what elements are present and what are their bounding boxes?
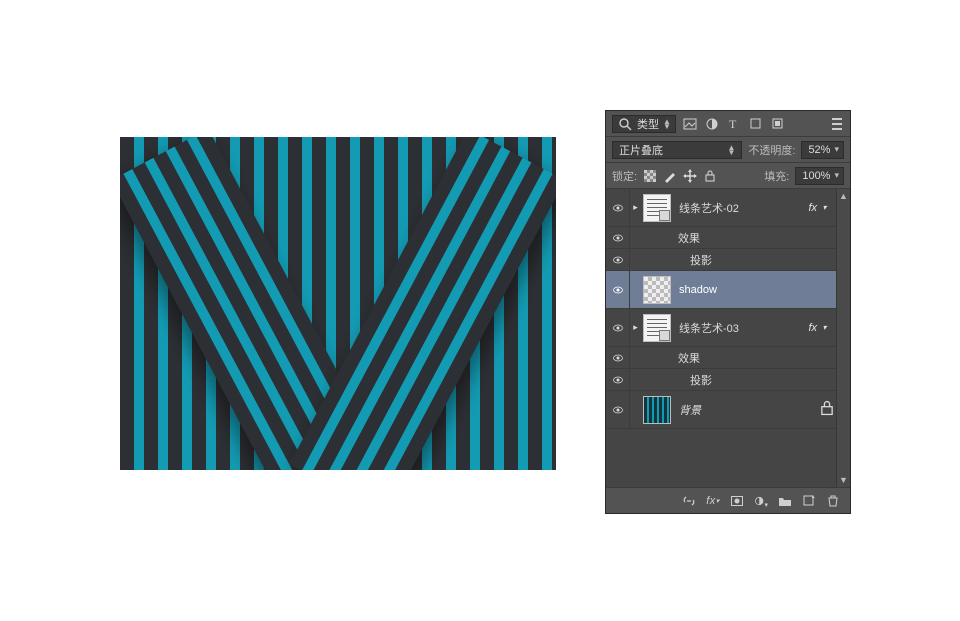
trash-icon[interactable] bbox=[826, 494, 840, 508]
layer-thumb[interactable] bbox=[643, 276, 671, 304]
layer-thumb[interactable] bbox=[643, 194, 671, 222]
layer-name[interactable]: 背景 bbox=[675, 402, 818, 418]
fx-menu-icon[interactable]: fx▾ bbox=[706, 494, 720, 508]
filter-image-icon[interactable] bbox=[682, 116, 698, 132]
chevron-down-icon: ▾ bbox=[819, 203, 830, 212]
fill-label: 填充: bbox=[764, 168, 789, 184]
layers-panel-footer: fx▾ ▾ bbox=[606, 487, 850, 513]
layer-list: ▸ 线条艺术-02 fx ▾ 效果 投影 bbox=[606, 189, 850, 487]
filter-shape-icon[interactable] bbox=[748, 116, 764, 132]
lock-position-icon[interactable] bbox=[683, 169, 697, 183]
artwork-canvas bbox=[120, 137, 556, 470]
fx-effect-label: 投影 bbox=[686, 252, 836, 268]
fx-indicator[interactable]: fx ▾ bbox=[808, 322, 836, 334]
fx-label: fx bbox=[808, 322, 817, 334]
eye-icon bbox=[612, 322, 624, 334]
lock-all-icon[interactable] bbox=[703, 169, 717, 183]
visibility-toggle[interactable] bbox=[606, 347, 630, 368]
eye-icon bbox=[612, 352, 624, 364]
eye-icon bbox=[612, 404, 624, 416]
layers-panel: 类型 ▲▼ T 正片叠底 ▲▼ 不透明度: 52% ▾ 锁定: 填充: bbox=[605, 110, 851, 514]
layer-row[interactable]: ▸ shadow bbox=[606, 271, 850, 309]
layer-fx-row[interactable]: 效果 bbox=[606, 347, 850, 369]
chevron-down-icon: ▾ bbox=[834, 170, 839, 181]
eye-icon bbox=[612, 232, 624, 244]
mask-icon[interactable] bbox=[730, 494, 744, 508]
layer-filter-label: 类型 bbox=[637, 116, 659, 132]
dropdown-arrows-icon: ▲▼ bbox=[727, 145, 735, 155]
layer-fx-row[interactable]: 投影 bbox=[606, 249, 850, 271]
expand-toggle[interactable]: ▸ bbox=[630, 322, 641, 333]
layer-thumb[interactable] bbox=[643, 396, 671, 424]
fx-indicator[interactable]: fx ▾ bbox=[808, 202, 836, 214]
opacity-label: 不透明度: bbox=[748, 142, 795, 158]
layers-filter-row: 类型 ▲▼ T bbox=[606, 111, 850, 137]
opacity-value: 52% bbox=[808, 144, 830, 156]
layer-fx-row[interactable]: 效果 bbox=[606, 227, 850, 249]
blend-mode-select[interactable]: 正片叠底 ▲▼ bbox=[612, 141, 742, 159]
lock-fill-row: 锁定: 填充: 100% ▾ bbox=[606, 163, 850, 189]
filter-adjust-icon[interactable] bbox=[704, 116, 720, 132]
blend-mode-value: 正片叠底 bbox=[619, 142, 663, 158]
visibility-toggle[interactable] bbox=[606, 189, 630, 226]
layer-filter-select[interactable]: 类型 ▲▼ bbox=[612, 115, 676, 133]
group-icon[interactable] bbox=[778, 494, 792, 508]
visibility-toggle[interactable] bbox=[606, 249, 630, 270]
layer-name[interactable]: shadow bbox=[675, 284, 836, 296]
fill-input[interactable]: 100% ▾ bbox=[795, 167, 844, 185]
scrollbar[interactable]: ▲ ▼ bbox=[836, 189, 850, 487]
layer-row[interactable]: ▸ 线条艺术-03 fx ▾ bbox=[606, 309, 850, 347]
layer-fx-row[interactable]: 投影 bbox=[606, 369, 850, 391]
svg-text:T: T bbox=[729, 117, 737, 131]
chevron-down-icon: ▾ bbox=[819, 323, 830, 332]
blend-opacity-row: 正片叠底 ▲▼ 不透明度: 52% ▾ bbox=[606, 137, 850, 163]
lock-transparent-icon[interactable] bbox=[643, 169, 657, 183]
fx-effect-label: 投影 bbox=[686, 372, 836, 388]
eye-icon bbox=[612, 254, 624, 266]
scroll-down-icon[interactable]: ▼ bbox=[839, 475, 848, 485]
adjust-icon[interactable]: ▾ bbox=[754, 494, 768, 508]
layer-name[interactable]: 线条艺术-02 bbox=[675, 200, 808, 216]
filter-smart-icon[interactable] bbox=[770, 116, 786, 132]
layer-name[interactable]: 线条艺术-03 bbox=[675, 320, 808, 336]
visibility-toggle[interactable] bbox=[606, 271, 630, 308]
dropdown-arrows-icon: ▲▼ bbox=[663, 119, 671, 129]
eye-icon bbox=[612, 284, 624, 296]
panel-menu-icon[interactable] bbox=[830, 115, 844, 133]
visibility-toggle[interactable] bbox=[606, 369, 630, 390]
eye-icon bbox=[612, 202, 624, 214]
fx-group-label: 效果 bbox=[674, 230, 836, 246]
layer-row[interactable]: ▸ 线条艺术-02 fx ▾ bbox=[606, 189, 850, 227]
lock-label: 锁定: bbox=[612, 168, 637, 184]
lock-icon bbox=[818, 399, 836, 420]
expand-toggle[interactable]: ▸ bbox=[630, 202, 641, 213]
chevron-down-icon: ▾ bbox=[834, 144, 839, 155]
layer-row[interactable]: ▸ 背景 bbox=[606, 391, 850, 429]
eye-icon bbox=[612, 374, 624, 386]
new-layer-icon[interactable] bbox=[802, 494, 816, 508]
scroll-up-icon[interactable]: ▲ bbox=[839, 191, 848, 201]
artwork-chevron bbox=[168, 230, 508, 470]
fx-label: fx bbox=[808, 202, 817, 214]
visibility-toggle[interactable] bbox=[606, 227, 630, 248]
layer-thumb[interactable] bbox=[643, 314, 671, 342]
search-icon bbox=[617, 116, 633, 132]
filter-text-icon[interactable]: T bbox=[726, 116, 742, 132]
opacity-input[interactable]: 52% ▾ bbox=[801, 141, 844, 159]
fill-value: 100% bbox=[802, 170, 830, 182]
visibility-toggle[interactable] bbox=[606, 391, 630, 428]
lock-icons bbox=[643, 169, 717, 183]
fx-group-label: 效果 bbox=[674, 350, 836, 366]
lock-pixels-icon[interactable] bbox=[663, 169, 677, 183]
link-icon[interactable] bbox=[682, 494, 696, 508]
visibility-toggle[interactable] bbox=[606, 309, 630, 346]
